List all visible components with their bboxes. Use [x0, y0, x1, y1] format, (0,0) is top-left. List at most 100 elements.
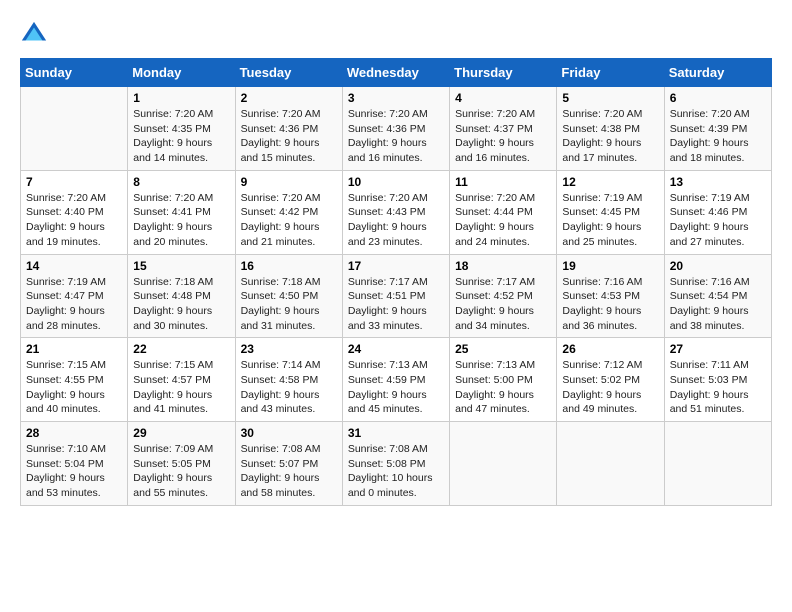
- calendar-cell: 11Sunrise: 7:20 AM Sunset: 4:44 PM Dayli…: [450, 170, 557, 254]
- day-number: 4: [455, 91, 551, 105]
- day-number: 13: [670, 175, 766, 189]
- calendar-cell: 17 Sunrise: 7:17 AM Sunset: 4:51 PM Dayli…: [342, 254, 449, 338]
- column-header-thursday: Thursday: [450, 59, 557, 87]
- calendar-cell: [664, 422, 771, 506]
- day-number: 22: [133, 342, 229, 356]
- calendar-cell: 4 Sunrise: 7:20 AM Sunset: 4:37 PM Daylig…: [450, 87, 557, 171]
- day-info: Sunrise: 7:20 AM Sunset: 4:44 PM Dayligh…: [455, 191, 551, 250]
- day-number: 2: [241, 91, 337, 105]
- day-info: Sunrise: 7:20 AM Sunset: 4:43 PM Dayligh…: [348, 191, 444, 250]
- day-info: Sunrise: 7:15 AM Sunset: 4:55 PM Dayligh…: [26, 358, 122, 417]
- calendar-cell: 23 Sunrise: 7:14 AM Sunset: 4:58 PM Dayli…: [235, 338, 342, 422]
- day-number: 3: [348, 91, 444, 105]
- day-number: 15: [133, 259, 229, 273]
- column-header-monday: Monday: [128, 59, 235, 87]
- calendar-cell: 25 Sunrise: 7:13 AM Sunset: 5:00 PM Dayli…: [450, 338, 557, 422]
- day-number: 28: [26, 426, 122, 440]
- day-number: 7: [26, 175, 122, 189]
- day-info: Sunrise: 7:20 AM Sunset: 4:35 PM Dayligh…: [133, 107, 229, 166]
- column-header-friday: Friday: [557, 59, 664, 87]
- day-number: 12: [562, 175, 658, 189]
- day-number: 5: [562, 91, 658, 105]
- calendar-cell: 5Sunrise: 7:20 AM Sunset: 4:38 PM Daylig…: [557, 87, 664, 171]
- calendar-cell: 18Sunrise: 7:17 AM Sunset: 4:52 PM Dayli…: [450, 254, 557, 338]
- day-number: 6: [670, 91, 766, 105]
- day-number: 10: [348, 175, 444, 189]
- logo: [20, 20, 52, 48]
- calendar-week-3: 14 Sunrise: 7:19 AM Sunset: 4:47 PM Dayli…: [21, 254, 772, 338]
- day-number: 18: [455, 259, 551, 273]
- day-info: Sunrise: 7:20 AM Sunset: 4:36 PM Dayligh…: [348, 107, 444, 166]
- day-info: Sunrise: 7:13 AM Sunset: 4:59 PM Dayligh…: [348, 358, 444, 417]
- day-number: 14: [26, 259, 122, 273]
- day-number: 20: [670, 259, 766, 273]
- calendar-cell: 15 Sunrise: 7:18 AM Sunset: 4:48 PM Dayli…: [128, 254, 235, 338]
- day-info: Sunrise: 7:10 AM Sunset: 5:04 PM Dayligh…: [26, 442, 122, 501]
- day-number: 26: [562, 342, 658, 356]
- day-number: 31: [348, 426, 444, 440]
- calendar-cell: 16 Sunrise: 7:18 AM Sunset: 4:50 PM Dayli…: [235, 254, 342, 338]
- calendar-cell: 7 Sunrise: 7:20 AM Sunset: 4:40 PM Daylig…: [21, 170, 128, 254]
- calendar-cell: 22Sunrise: 7:15 AM Sunset: 4:57 PM Dayli…: [128, 338, 235, 422]
- day-info: Sunrise: 7:16 AM Sunset: 4:53 PM Dayligh…: [562, 275, 658, 334]
- calendar-cell: 14 Sunrise: 7:19 AM Sunset: 4:47 PM Dayli…: [21, 254, 128, 338]
- day-info: Sunrise: 7:09 AM Sunset: 5:05 PM Dayligh…: [133, 442, 229, 501]
- day-info: Sunrise: 7:20 AM Sunset: 4:37 PM Dayligh…: [455, 107, 551, 166]
- calendar-cell: [557, 422, 664, 506]
- calendar-cell: 10 Sunrise: 7:20 AM Sunset: 4:43 PM Dayli…: [342, 170, 449, 254]
- day-info: Sunrise: 7:14 AM Sunset: 4:58 PM Dayligh…: [241, 358, 337, 417]
- day-info: Sunrise: 7:08 AM Sunset: 5:07 PM Dayligh…: [241, 442, 337, 501]
- day-number: 16: [241, 259, 337, 273]
- calendar-cell: 24 Sunrise: 7:13 AM Sunset: 4:59 PM Dayli…: [342, 338, 449, 422]
- day-info: Sunrise: 7:19 AM Sunset: 4:46 PM Dayligh…: [670, 191, 766, 250]
- day-number: 19: [562, 259, 658, 273]
- page-header: [20, 20, 772, 48]
- day-number: 1: [133, 91, 229, 105]
- column-headers: SundayMondayTuesdayWednesdayThursdayFrid…: [21, 59, 772, 87]
- calendar-cell: 30Sunrise: 7:08 AM Sunset: 5:07 PM Dayli…: [235, 422, 342, 506]
- column-header-saturday: Saturday: [664, 59, 771, 87]
- calendar-cell: 31 Sunrise: 7:08 AM Sunset: 5:08 PM Dayli…: [342, 422, 449, 506]
- day-number: 29: [133, 426, 229, 440]
- calendar-week-4: 21 Sunrise: 7:15 AM Sunset: 4:55 PM Dayli…: [21, 338, 772, 422]
- day-info: Sunrise: 7:20 AM Sunset: 4:39 PM Dayligh…: [670, 107, 766, 166]
- calendar-table: SundayMondayTuesdayWednesdayThursdayFrid…: [20, 58, 772, 506]
- day-info: Sunrise: 7:20 AM Sunset: 4:42 PM Dayligh…: [241, 191, 337, 250]
- day-info: Sunrise: 7:08 AM Sunset: 5:08 PM Dayligh…: [348, 442, 444, 501]
- day-info: Sunrise: 7:18 AM Sunset: 4:50 PM Dayligh…: [241, 275, 337, 334]
- calendar-cell: 13 Sunrise: 7:19 AM Sunset: 4:46 PM Dayli…: [664, 170, 771, 254]
- day-info: Sunrise: 7:12 AM Sunset: 5:02 PM Dayligh…: [562, 358, 658, 417]
- calendar-cell: 2Sunrise: 7:20 AM Sunset: 4:36 PM Daylig…: [235, 87, 342, 171]
- day-info: Sunrise: 7:19 AM Sunset: 4:47 PM Dayligh…: [26, 275, 122, 334]
- day-number: 25: [455, 342, 551, 356]
- day-info: Sunrise: 7:13 AM Sunset: 5:00 PM Dayligh…: [455, 358, 551, 417]
- logo-icon: [20, 20, 48, 48]
- calendar-cell: 19 Sunrise: 7:16 AM Sunset: 4:53 PM Dayli…: [557, 254, 664, 338]
- day-info: Sunrise: 7:17 AM Sunset: 4:51 PM Dayligh…: [348, 275, 444, 334]
- calendar-cell: 27Sunrise: 7:11 AM Sunset: 5:03 PM Dayli…: [664, 338, 771, 422]
- calendar-cell: 12Sunrise: 7:19 AM Sunset: 4:45 PM Dayli…: [557, 170, 664, 254]
- column-header-tuesday: Tuesday: [235, 59, 342, 87]
- day-number: 23: [241, 342, 337, 356]
- day-info: Sunrise: 7:20 AM Sunset: 4:41 PM Dayligh…: [133, 191, 229, 250]
- calendar-cell: 1 Sunrise: 7:20 AM Sunset: 4:35 PM Daylig…: [128, 87, 235, 171]
- day-number: 9: [241, 175, 337, 189]
- day-number: 8: [133, 175, 229, 189]
- calendar-cell: 29 Sunrise: 7:09 AM Sunset: 5:05 PM Dayli…: [128, 422, 235, 506]
- calendar-cell: [450, 422, 557, 506]
- calendar-cell: 6 Sunrise: 7:20 AM Sunset: 4:39 PM Daylig…: [664, 87, 771, 171]
- calendar-week-2: 7 Sunrise: 7:20 AM Sunset: 4:40 PM Daylig…: [21, 170, 772, 254]
- calendar-cell: [21, 87, 128, 171]
- calendar-week-5: 28 Sunrise: 7:10 AM Sunset: 5:04 PM Dayli…: [21, 422, 772, 506]
- calendar-cell: 28 Sunrise: 7:10 AM Sunset: 5:04 PM Dayli…: [21, 422, 128, 506]
- calendar-cell: 9 Sunrise: 7:20 AM Sunset: 4:42 PM Daylig…: [235, 170, 342, 254]
- day-number: 24: [348, 342, 444, 356]
- column-header-sunday: Sunday: [21, 59, 128, 87]
- day-number: 17: [348, 259, 444, 273]
- day-info: Sunrise: 7:18 AM Sunset: 4:48 PM Dayligh…: [133, 275, 229, 334]
- calendar-cell: 26 Sunrise: 7:12 AM Sunset: 5:02 PM Dayli…: [557, 338, 664, 422]
- day-info: Sunrise: 7:20 AM Sunset: 4:40 PM Dayligh…: [26, 191, 122, 250]
- calendar-cell: 8 Sunrise: 7:20 AM Sunset: 4:41 PM Daylig…: [128, 170, 235, 254]
- day-number: 21: [26, 342, 122, 356]
- calendar-cell: 21 Sunrise: 7:15 AM Sunset: 4:55 PM Dayli…: [21, 338, 128, 422]
